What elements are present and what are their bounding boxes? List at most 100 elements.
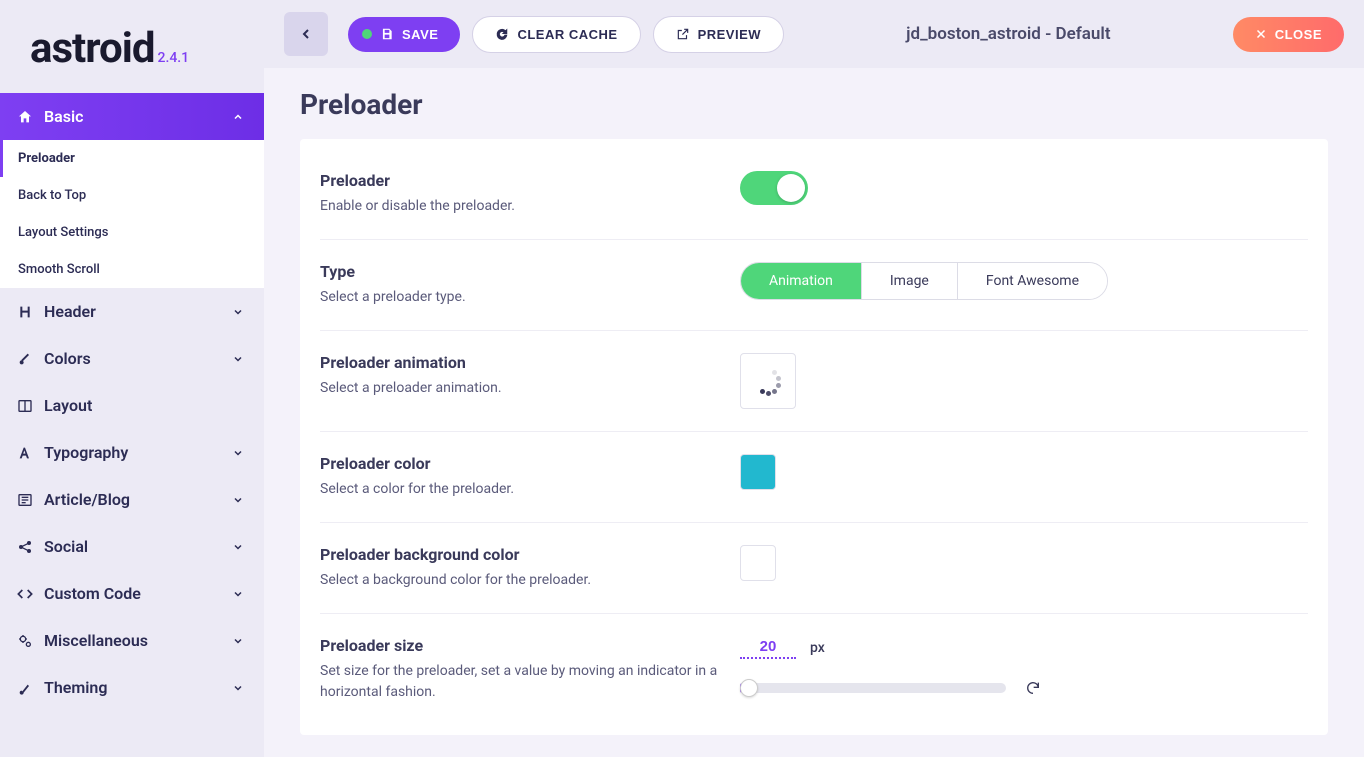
field-preloader-animation: Preloader animation Select a preloader a…: [320, 331, 1308, 432]
segment-animation[interactable]: Animation: [741, 263, 862, 299]
sidebar-label: Colors: [44, 349, 91, 368]
field-desc: Enable or disable the preloader.: [320, 196, 740, 217]
submenu-preloader[interactable]: Preloader: [0, 140, 264, 177]
panel-preloader: Preloader Enable or disable the preloade…: [300, 139, 1328, 735]
home-icon: [16, 108, 34, 126]
refresh-icon: [495, 27, 509, 41]
sidebar-label: Header: [44, 302, 96, 321]
field-desc: Select a background color for the preloa…: [320, 570, 740, 591]
sidebar-label: Basic: [44, 107, 83, 126]
redo-icon: [1025, 680, 1041, 696]
chevron-left-icon: [298, 26, 314, 42]
chevron-down-icon: [232, 588, 244, 600]
sidebar-item-article[interactable]: Article/Blog: [0, 476, 264, 523]
field-label: Preloader size: [320, 636, 740, 655]
topbar: SAVE CLEAR CACHE PREVIEW jd_boston_astro…: [264, 0, 1364, 68]
status-dot-icon: [362, 29, 372, 39]
submenu-layout-settings[interactable]: Layout Settings: [0, 214, 264, 251]
columns-icon: [16, 397, 34, 415]
clear-cache-button[interactable]: CLEAR CACHE: [472, 16, 640, 53]
save-label: SAVE: [402, 27, 438, 42]
field-preloader-size: Preloader size Set size for the preloade…: [320, 614, 1308, 725]
submenu-smooth-scroll[interactable]: Smooth Scroll: [0, 251, 264, 288]
segment-image[interactable]: Image: [862, 263, 958, 299]
cogs-icon: [16, 632, 34, 650]
external-link-icon: [676, 27, 690, 41]
field-label: Preloader background color: [320, 545, 740, 564]
close-icon: [1255, 28, 1267, 40]
field-preloader-bgcolor: Preloader background color Select a back…: [320, 523, 1308, 614]
sidebar-item-basic[interactable]: Basic: [0, 93, 264, 140]
chevron-down-icon: [232, 682, 244, 694]
preview-button[interactable]: PREVIEW: [653, 16, 784, 53]
size-input[interactable]: [740, 636, 796, 659]
save-icon: [380, 27, 394, 41]
segment-fontawesome[interactable]: Font Awesome: [958, 263, 1107, 299]
field-preloader-enable: Preloader Enable or disable the preloade…: [320, 149, 1308, 240]
chevron-down-icon: [232, 541, 244, 553]
reset-size-button[interactable]: [1020, 675, 1046, 701]
toggle-preloader[interactable]: [740, 171, 808, 205]
sidebar-label: Miscellaneous: [44, 631, 148, 650]
close-label: CLOSE: [1275, 27, 1322, 42]
logo: astroid2.4.1: [0, 0, 264, 93]
paint-icon: [16, 679, 34, 697]
chevron-down-icon: [232, 635, 244, 647]
submenu-basic: Preloader Back to Top Layout Settings Sm…: [0, 140, 264, 288]
sidebar-label: Article/Blog: [44, 490, 130, 509]
main: SAVE CLEAR CACHE PREVIEW jd_boston_astro…: [264, 0, 1364, 757]
chevron-down-icon: [232, 353, 244, 365]
color-picker-bg[interactable]: [740, 545, 776, 581]
sidebar-item-custom-code[interactable]: Custom Code: [0, 570, 264, 617]
field-preloader-type: Type Select a preloader type. Animation …: [320, 240, 1308, 331]
field-desc: Select a preloader animation.: [320, 378, 740, 399]
font-icon: [16, 444, 34, 462]
sidebar-item-header[interactable]: Header: [0, 288, 264, 335]
code-icon: [16, 585, 34, 603]
brand-name: astroid: [30, 24, 154, 73]
field-preloader-color: Preloader color Select a color for the p…: [320, 432, 1308, 523]
section-title-preloader: Preloader: [300, 88, 1328, 121]
sidebar-label: Custom Code: [44, 584, 141, 603]
sidebar-item-colors[interactable]: Colors: [0, 335, 264, 382]
back-button[interactable]: [284, 12, 328, 56]
field-desc: Set size for the preloader, set a value …: [320, 661, 740, 703]
spinner-icon: [752, 365, 784, 397]
submenu-back-to-top[interactable]: Back to Top: [0, 177, 264, 214]
sidebar-item-layout[interactable]: Layout: [0, 382, 264, 429]
field-label: Preloader: [320, 171, 740, 190]
content-area: Preloader Preloader Enable or disable th…: [264, 68, 1364, 757]
field-label: Preloader animation: [320, 353, 740, 372]
sidebar-item-typography[interactable]: Typography: [0, 429, 264, 476]
sidebar-label: Layout: [44, 396, 92, 415]
preview-label: PREVIEW: [698, 27, 761, 42]
chevron-down-icon: [232, 306, 244, 318]
sidebar-label: Theming: [44, 678, 107, 697]
color-picker-preloader[interactable]: [740, 454, 776, 490]
close-button[interactable]: CLOSE: [1233, 17, 1344, 52]
chevron-down-icon: [232, 494, 244, 506]
sidebar: astroid2.4.1 Basic Preloader Back to Top…: [0, 0, 264, 757]
animation-preview[interactable]: [740, 353, 796, 409]
brand-version: 2.4.1: [157, 50, 189, 66]
sidebar-item-social[interactable]: Social: [0, 523, 264, 570]
chevron-up-icon: [232, 111, 244, 123]
size-slider[interactable]: [740, 683, 1006, 693]
sidebar-item-misc[interactable]: Miscellaneous: [0, 617, 264, 664]
sidebar-label: Typography: [44, 443, 128, 462]
sidebar-label: Social: [44, 537, 88, 556]
share-icon: [16, 538, 34, 556]
heading-icon: [16, 303, 34, 321]
sidebar-item-theming[interactable]: Theming: [0, 664, 264, 711]
size-unit: px: [810, 640, 825, 656]
page-title-bar: jd_boston_astroid - Default: [796, 24, 1221, 44]
segmented-type: Animation Image Font Awesome: [740, 262, 1108, 300]
brush-icon: [16, 350, 34, 368]
news-icon: [16, 491, 34, 509]
field-label: Preloader color: [320, 454, 740, 473]
field-desc: Select a preloader type.: [320, 287, 740, 308]
field-label: Type: [320, 262, 740, 281]
slider-thumb[interactable]: [740, 679, 758, 697]
save-button[interactable]: SAVE: [348, 17, 460, 52]
field-desc: Select a color for the preloader.: [320, 479, 740, 500]
